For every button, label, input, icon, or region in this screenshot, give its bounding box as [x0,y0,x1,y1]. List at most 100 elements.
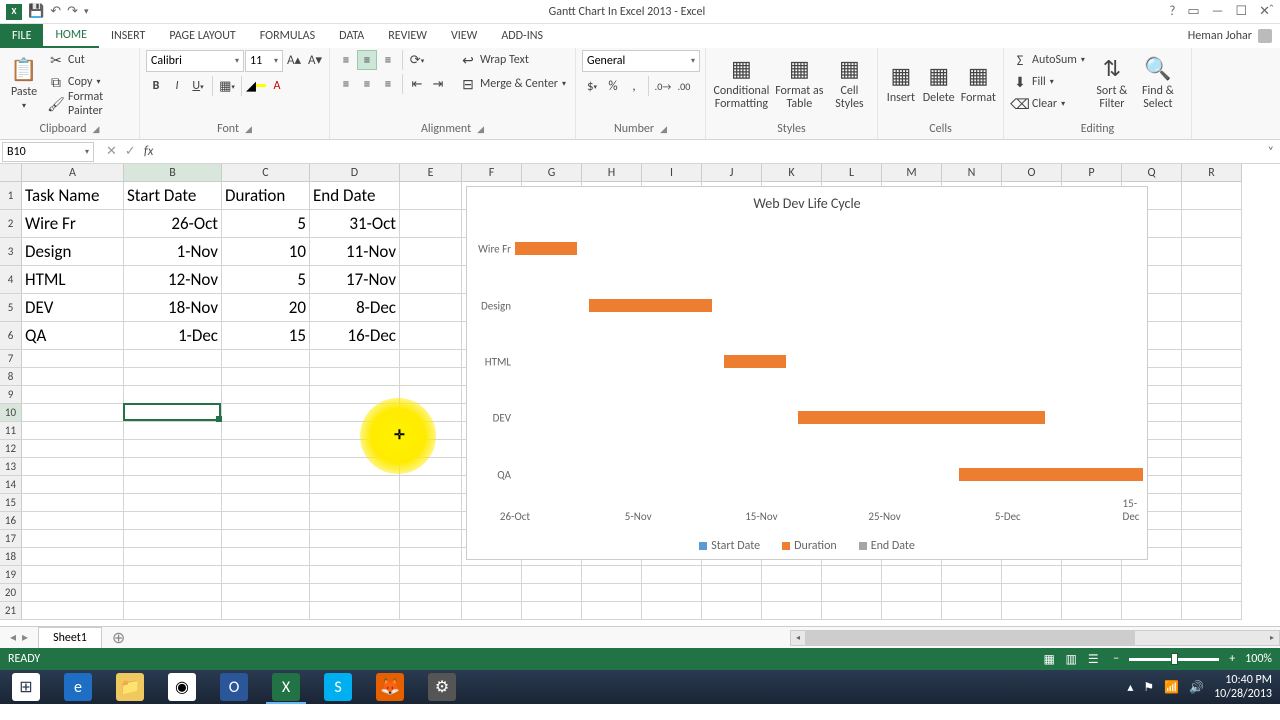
align-left-button[interactable]: ≡ [336,74,356,94]
font-size-select[interactable]: 11▾ [245,50,283,72]
tab-insert[interactable]: INSERT [99,24,157,48]
undo-icon[interactable]: ↶ [50,4,61,19]
align-right-button[interactable]: ≡ [378,74,398,94]
cell[interactable] [642,602,702,620]
cell[interactable] [1182,494,1242,512]
cell[interactable]: Wire Fr [22,210,124,238]
cell[interactable] [22,602,124,620]
orientation-button[interactable]: ⟳▾ [407,50,427,70]
cell[interactable] [124,548,222,566]
column-header[interactable]: E [400,164,462,182]
page-layout-view-button[interactable]: ▥ [1061,651,1081,667]
row-header[interactable]: 5 [0,294,22,322]
tray-up-icon[interactable]: ▴ [1127,680,1133,695]
cell[interactable]: 16-Dec [310,322,400,350]
row-header[interactable]: 3 [0,238,22,266]
cell[interactable] [1002,566,1062,584]
cell[interactable] [400,182,462,210]
cell[interactable] [1122,566,1182,584]
cell[interactable] [22,566,124,584]
outlook-button[interactable]: O [208,670,260,704]
cell[interactable] [310,476,400,494]
cell[interactable] [310,548,400,566]
tab-view[interactable]: VIEW [439,24,489,48]
cell[interactable]: Duration [222,182,310,210]
italic-button[interactable]: I [167,76,187,96]
cell[interactable] [1002,584,1062,602]
cell[interactable]: 15 [222,322,310,350]
cell[interactable] [1182,294,1242,322]
help-icon[interactable]: ? [1169,4,1175,19]
align-center-button[interactable]: ≡ [357,74,377,94]
cell[interactable] [1062,584,1122,602]
cell[interactable] [1182,548,1242,566]
cell[interactable] [1182,512,1242,530]
cell[interactable] [1182,602,1242,620]
name-box[interactable]: B10▾ [2,142,94,162]
cell[interactable] [400,266,462,294]
cell[interactable] [400,368,462,386]
tray-network-icon[interactable]: 📶 [1164,680,1179,695]
cell[interactable] [1182,368,1242,386]
cell[interactable] [822,584,882,602]
fill-button[interactable]: ⬇Fill▾ [1010,72,1087,92]
cell[interactable] [1182,322,1242,350]
cell[interactable] [400,294,462,322]
cell[interactable] [1182,458,1242,476]
cell[interactable] [1182,566,1242,584]
cell[interactable] [1182,404,1242,422]
decrease-decimal-button[interactable]: .00 [674,76,694,96]
cell[interactable]: DEV [22,294,124,322]
cell[interactable] [22,584,124,602]
cell[interactable]: 18-Nov [124,294,222,322]
cell[interactable] [222,458,310,476]
cell[interactable] [124,584,222,602]
tray-volume-icon[interactable]: 🔊 [1189,680,1204,695]
cell[interactable] [124,440,222,458]
scroll-thumb[interactable] [805,631,1135,645]
row-header[interactable]: 11 [0,422,22,440]
tab-review[interactable]: REVIEW [376,24,439,48]
cell[interactable] [124,512,222,530]
cell[interactable] [124,368,222,386]
chrome-button[interactable]: ◉ [156,670,208,704]
cell[interactable] [462,584,522,602]
cell[interactable] [310,368,400,386]
cell[interactable] [22,476,124,494]
font-name-select[interactable]: Calibri▾ [146,50,244,72]
cell[interactable] [310,602,400,620]
cell[interactable] [882,602,942,620]
cell[interactable] [1182,238,1242,266]
cell[interactable]: 11-Nov [310,238,400,266]
cell[interactable]: HTML [22,266,124,294]
column-header[interactable]: J [702,164,762,182]
cell[interactable] [400,210,462,238]
cell[interactable] [310,584,400,602]
increase-font-icon[interactable]: A▴ [284,50,304,70]
column-header[interactable]: K [762,164,822,182]
cell[interactable] [762,584,822,602]
cell[interactable] [222,602,310,620]
cell[interactable] [1182,182,1242,210]
cell[interactable]: 5 [222,210,310,238]
save-icon[interactable]: 💾 [28,4,44,19]
cell[interactable] [222,548,310,566]
cell[interactable] [522,584,582,602]
column-header[interactable]: C [222,164,310,182]
column-header[interactable]: O [1002,164,1062,182]
row-header[interactable]: 6 [0,322,22,350]
cell[interactable] [222,386,310,404]
cell[interactable] [22,368,124,386]
comma-format-button[interactable]: , [624,76,644,96]
cell[interactable] [400,530,462,548]
tray-flag-icon[interactable]: ⚑ [1143,680,1154,695]
cell[interactable] [22,512,124,530]
cell[interactable] [1122,602,1182,620]
paste-button[interactable]: 📋Paste▾ [6,50,42,116]
cell[interactable] [882,584,942,602]
formula-input[interactable] [163,142,1261,162]
border-button[interactable]: ▦▾ [217,76,237,96]
column-header[interactable]: Q [1122,164,1182,182]
cell[interactable] [522,566,582,584]
conditional-formatting-button[interactable]: ▦Conditional Formatting [712,50,771,116]
